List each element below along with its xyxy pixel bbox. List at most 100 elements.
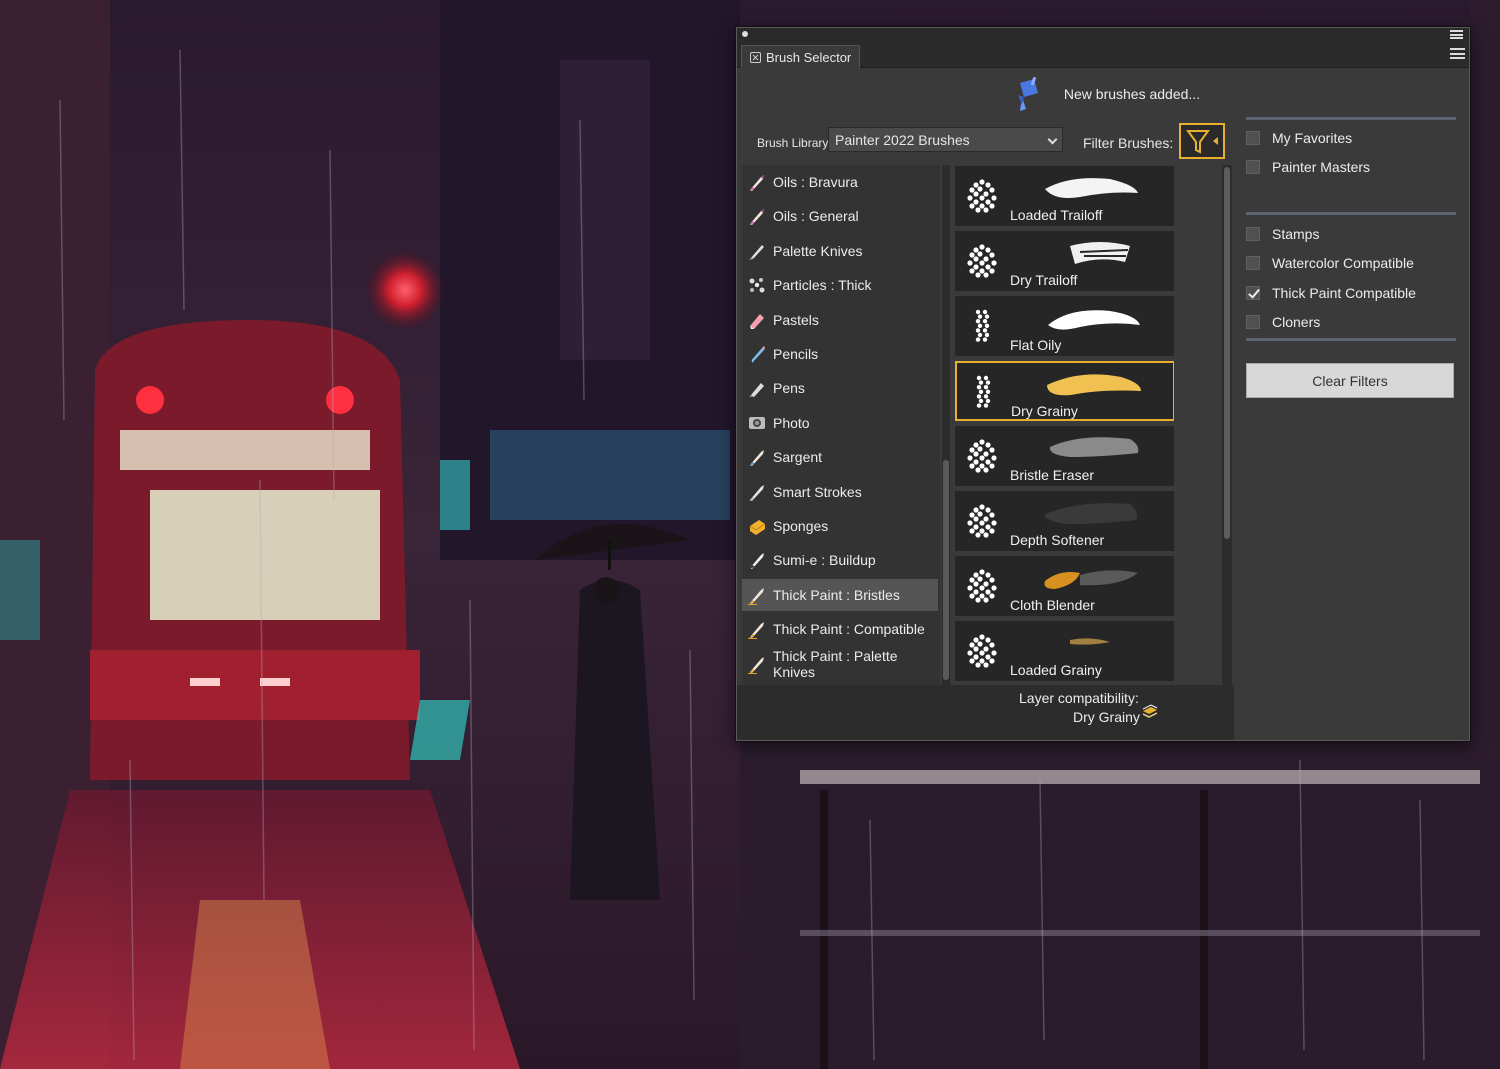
brush-stroke-preview bbox=[1047, 374, 1141, 396]
brush-variant-item[interactable]: Bristle Eraser bbox=[955, 426, 1174, 486]
filter-label: Stamps bbox=[1272, 226, 1320, 242]
filter-checkbox-row[interactable]: My Favorites bbox=[1246, 126, 1352, 150]
category-item[interactable]: Palette Knives bbox=[742, 235, 938, 267]
filter-label: Thick Paint Compatible bbox=[1272, 284, 1416, 301]
brush-variant-list: Loaded Trailoff Dry Trailoff Flat Oily Dry … bbox=[952, 165, 1174, 685]
category-item[interactable]: Pens bbox=[742, 372, 938, 404]
notice-text: New brushes added... bbox=[1063, 86, 1201, 102]
category-label: Sponges bbox=[773, 518, 829, 534]
palette-knife-icon bbox=[749, 244, 764, 260]
hamburger-menu-icon[interactable] bbox=[1450, 48, 1465, 59]
particles-icon bbox=[749, 278, 765, 293]
checkbox[interactable] bbox=[1246, 285, 1260, 300]
brush-variant-item[interactable]: Dry Trailoff bbox=[955, 231, 1174, 291]
checkbox[interactable] bbox=[1246, 256, 1260, 271]
brush-variant-label: Cloth Blender bbox=[1010, 597, 1095, 613]
brush-variant-label: Loaded Trailoff bbox=[1010, 207, 1103, 223]
library-row: Brush Library: Painter 2022 Brushes Filt… bbox=[737, 123, 1237, 159]
brush-variant-item[interactable]: Dry Grainy bbox=[955, 361, 1174, 421]
layer-compatibility-value: Dry Grainy bbox=[1073, 709, 1140, 725]
sponge-icon bbox=[749, 520, 766, 535]
brush-variant-item[interactable]: Loaded Trailoff bbox=[955, 166, 1174, 226]
category-item[interactable]: Oils : Bravura bbox=[742, 166, 938, 198]
brush-variant-label: Dry Grainy bbox=[1011, 403, 1078, 419]
brush-stroke-preview bbox=[1049, 437, 1139, 457]
category-label: Thick Paint : Palette Knives bbox=[773, 647, 898, 680]
category-item[interactable]: Photo bbox=[742, 407, 938, 439]
category-scrollbar[interactable] bbox=[942, 165, 950, 685]
panel-title-bar[interactable] bbox=[737, 28, 1469, 42]
category-item[interactable]: Sponges bbox=[742, 510, 938, 542]
category-item[interactable]: Pencils bbox=[742, 338, 938, 370]
paint-bucket-icon bbox=[1017, 76, 1038, 111]
category-item[interactable]: Pastels bbox=[742, 304, 938, 336]
category-item[interactable]: Sargent bbox=[742, 441, 938, 473]
filter-brushes-label: Filter Brushes: bbox=[1083, 135, 1174, 151]
panel-options-icon[interactable] bbox=[1450, 30, 1463, 39]
brush-library-label: Brush Library: bbox=[757, 136, 832, 150]
filter-label: Watercolor Compatible bbox=[1272, 255, 1414, 272]
category-item[interactable]: Oils : General bbox=[742, 200, 938, 232]
category-label: Photo bbox=[773, 414, 810, 431]
brush-dab-icon bbox=[967, 179, 997, 213]
category-item[interactable]: Sumi-e : Buildup bbox=[742, 544, 938, 576]
brush-library-select[interactable]: Painter 2022 Brushes bbox=[828, 127, 1063, 152]
category-label: Sargent bbox=[773, 449, 823, 466]
filter-checkbox-row[interactable]: Cloners bbox=[1246, 310, 1320, 334]
filter-label: Cloners bbox=[1272, 313, 1321, 330]
thick-paint-icon bbox=[748, 656, 764, 674]
chevron-down-icon bbox=[1047, 134, 1058, 145]
brush-dab-icon bbox=[967, 634, 997, 668]
category-item[interactable]: Thick Paint : Bristles bbox=[742, 578, 938, 611]
filter-checkbox-row[interactable]: Watercolor Compatible bbox=[1246, 251, 1414, 275]
tab-brush-selector[interactable]: Brush Selector bbox=[741, 45, 861, 68]
scrollbar-thumb[interactable] bbox=[1224, 167, 1230, 539]
brush-stroke-preview bbox=[1048, 310, 1140, 330]
category-item[interactable]: Particles : Thick bbox=[742, 269, 938, 301]
filter-label: My Favorites bbox=[1272, 130, 1353, 146]
filter-checkbox-row[interactable]: Painter Masters bbox=[1246, 155, 1370, 179]
scrollbar-thumb[interactable] bbox=[943, 460, 949, 680]
brush-variant-label: Loaded Grainy bbox=[1010, 662, 1102, 678]
category-item[interactable]: Smart Strokes bbox=[742, 476, 938, 508]
filter-checkbox-row[interactable]: Stamps bbox=[1246, 222, 1319, 246]
checkbox[interactable] bbox=[1246, 160, 1260, 175]
sargent-brush-icon bbox=[749, 450, 764, 467]
brush-variant-label: Depth Softener bbox=[1010, 532, 1105, 548]
category-label: Particles : Thick bbox=[773, 277, 872, 294]
pen-icon bbox=[749, 383, 764, 398]
brush-stroke-preview bbox=[1044, 570, 1138, 589]
brush-dab-icon bbox=[967, 439, 997, 473]
checkbox[interactable] bbox=[1246, 314, 1260, 329]
category-label: Sumi-e : Buildup bbox=[773, 552, 876, 569]
divider bbox=[1246, 212, 1456, 215]
filter-checkbox-row[interactable]: Thick Paint Compatible bbox=[1246, 281, 1416, 305]
category-item[interactable]: Thick Paint : Palette Knives bbox=[742, 648, 938, 680]
brush-variant-label: Flat Oily bbox=[1010, 337, 1062, 353]
tab-label: Brush Selector bbox=[766, 49, 852, 65]
oil-brush-icon bbox=[749, 175, 764, 191]
photo-icon bbox=[749, 416, 765, 429]
smart-strokes-icon bbox=[749, 484, 764, 501]
brush-variant-item[interactable]: Flat Oily bbox=[955, 296, 1174, 356]
checkbox[interactable] bbox=[1246, 227, 1260, 241]
new-brushes-notice[interactable]: New brushes added... bbox=[737, 69, 1471, 119]
brush-variant-item[interactable]: Cloth Blender bbox=[955, 556, 1174, 616]
thick-paint-icon bbox=[748, 622, 764, 640]
oil-brush-icon bbox=[749, 209, 764, 226]
clear-filters-button[interactable]: Clear Filters bbox=[1246, 363, 1454, 398]
brush-variant-item[interactable]: Loaded Grainy bbox=[955, 621, 1174, 681]
brush-dab-icon bbox=[967, 244, 997, 278]
pastel-icon bbox=[750, 313, 764, 329]
close-icon[interactable] bbox=[750, 51, 761, 63]
brush-dab-icon bbox=[967, 569, 997, 603]
brush-variant-item[interactable]: Depth Softener bbox=[955, 491, 1174, 551]
variant-scrollbar[interactable] bbox=[1222, 165, 1232, 685]
category-item[interactable]: Thick Paint : Compatible bbox=[742, 613, 938, 645]
checkbox[interactable] bbox=[1246, 131, 1260, 145]
filter-brushes-button[interactable] bbox=[1179, 123, 1225, 159]
funnel-icon bbox=[1186, 130, 1218, 154]
layer-compatibility: Layer compatibility: Dry Grainy bbox=[737, 685, 1234, 740]
category-label: Thick Paint : Bristles bbox=[773, 586, 900, 603]
category-label: Palette Knives bbox=[773, 242, 863, 259]
